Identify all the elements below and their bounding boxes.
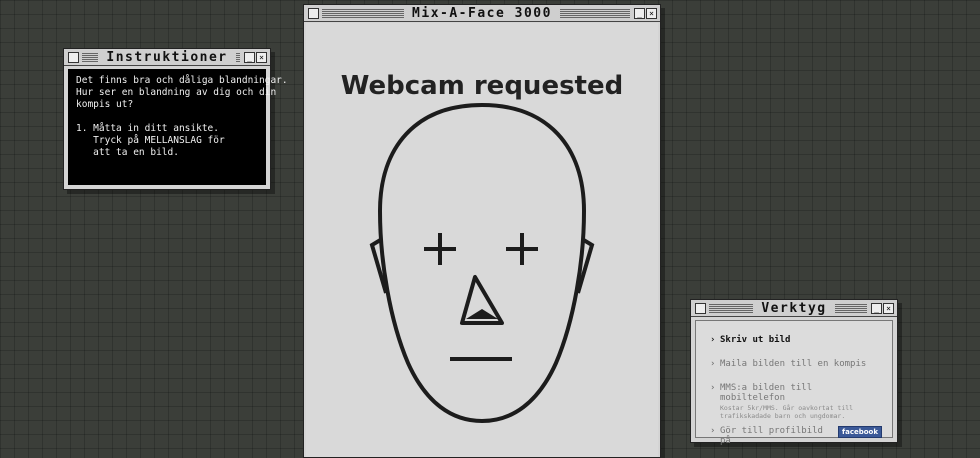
minimize-icon[interactable]: _ xyxy=(634,8,645,19)
tools-window: Verktyg _ × › Skriv ut bild › Maila bild… xyxy=(690,299,898,446)
email-friend-label: Maila bilden till en kompis xyxy=(720,359,867,369)
main-titlebar[interactable]: Mix-A-Face 3000 _ × xyxy=(304,5,660,22)
mms-item[interactable]: › MMS:a bilden till mobiltelefon Kostar … xyxy=(710,383,882,420)
mms-label: MMS:a bilden till mobiltelefon xyxy=(720,383,813,403)
instructions-title: Instruktioner xyxy=(98,49,236,65)
mms-sublabel: Kostar 5kr/MMS. Går oavkortat till trafi… xyxy=(720,404,854,420)
chevron-right-icon: › xyxy=(710,426,716,436)
close-x-icon[interactable]: × xyxy=(646,8,657,19)
left-eye-cross xyxy=(424,233,456,265)
webcam-area: Webcam requested xyxy=(306,23,658,457)
tools-title: Verktyg xyxy=(753,300,835,316)
mms-text: MMS:a bilden till mobiltelefon Kostar 5k… xyxy=(720,383,882,420)
close-box-icon[interactable] xyxy=(68,52,79,63)
head-outline xyxy=(377,102,587,424)
close-box-icon[interactable] xyxy=(695,303,706,314)
close-x-icon[interactable]: × xyxy=(883,303,894,314)
minimize-icon[interactable]: _ xyxy=(871,303,882,314)
email-friend-item[interactable]: › Maila bilden till en kompis xyxy=(710,359,882,369)
facebook-profile-label: Gör till profilbild på xyxy=(720,426,823,446)
chevron-right-icon: › xyxy=(710,359,716,369)
minimize-icon[interactable]: _ xyxy=(244,52,255,63)
close-x-icon[interactable]: × xyxy=(256,52,267,63)
webcam-headline: Webcam requested xyxy=(340,71,624,101)
instructions-text: Det finns bra och dåliga blandningar. Hu… xyxy=(68,69,288,185)
facebook-profile-item[interactable]: › Gör till profilbild på facebook xyxy=(710,426,882,446)
print-image-item[interactable]: › Skriv ut bild xyxy=(710,335,882,345)
right-eye-cross xyxy=(506,233,538,265)
main-title: Mix-A-Face 3000 xyxy=(404,5,560,21)
print-image-label: Skriv ut bild xyxy=(720,335,791,345)
instructions-window: Instruktioner _ × Det finns bra och dåli… xyxy=(63,48,288,190)
face-guide-illustration xyxy=(369,102,595,424)
tools-list: › Skriv ut bild › Maila bilden till en k… xyxy=(695,320,893,446)
tools-titlebar[interactable]: Verktyg _ × xyxy=(691,300,897,317)
main-window: Mix-A-Face 3000 _ × Webcam requested xyxy=(303,4,661,458)
facebook-badge: facebook xyxy=(838,426,882,438)
close-box-icon[interactable] xyxy=(308,8,319,19)
instructions-titlebar[interactable]: Instruktioner _ × xyxy=(64,49,270,66)
chevron-right-icon: › xyxy=(710,335,716,345)
chevron-right-icon: › xyxy=(710,383,716,393)
